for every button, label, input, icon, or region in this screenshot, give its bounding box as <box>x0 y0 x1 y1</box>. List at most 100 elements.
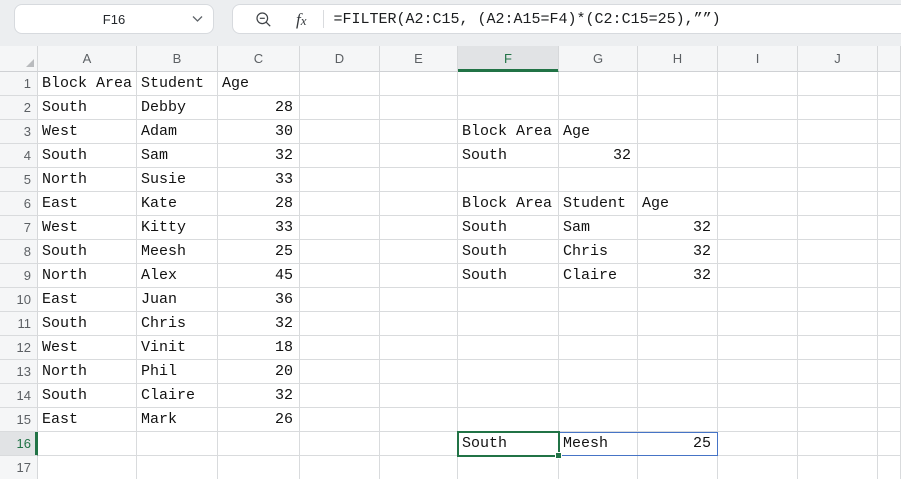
cell-H6[interactable]: Age <box>638 192 718 216</box>
column-header-I[interactable]: I <box>718 46 798 72</box>
row-header-17[interactable]: 17 <box>0 456 38 479</box>
cell-A1[interactable]: Block Area <box>38 72 137 96</box>
row-header-4[interactable]: 4 <box>0 144 38 168</box>
cell-B11[interactable]: Chris <box>137 312 218 336</box>
cell-G15[interactable] <box>559 408 638 432</box>
cell-B12[interactable]: Vinit <box>137 336 218 360</box>
cell-I9[interactable] <box>718 264 798 288</box>
cell-A2[interactable]: South <box>38 96 137 120</box>
row-header-11[interactable]: 11 <box>0 312 38 336</box>
cell-I10[interactable] <box>718 288 798 312</box>
cell-H17[interactable] <box>638 456 718 479</box>
cell-A7[interactable]: West <box>38 216 137 240</box>
cell-C6[interactable]: 28 <box>218 192 300 216</box>
cell-C5[interactable]: 33 <box>218 168 300 192</box>
cell-F8[interactable]: South <box>458 240 559 264</box>
cell-H4[interactable] <box>638 144 718 168</box>
cell-D11[interactable] <box>300 312 380 336</box>
cell-F11[interactable] <box>458 312 559 336</box>
cell-C10[interactable]: 36 <box>218 288 300 312</box>
cell-J7[interactable] <box>798 216 878 240</box>
cell-G1[interactable] <box>559 72 638 96</box>
cell-E2[interactable] <box>380 96 458 120</box>
cell-H13[interactable] <box>638 360 718 384</box>
cell-G11[interactable] <box>559 312 638 336</box>
name-box[interactable]: F16 <box>14 4 214 34</box>
cell-B15[interactable]: Mark <box>137 408 218 432</box>
cell-E16[interactable] <box>380 432 458 456</box>
cell-J8[interactable] <box>798 240 878 264</box>
insert-function-fx-icon[interactable]: fx <box>296 11 307 28</box>
cell-I4[interactable] <box>718 144 798 168</box>
row-header-9[interactable]: 9 <box>0 264 38 288</box>
select-all-corner[interactable] <box>0 46 38 72</box>
cell-G14[interactable] <box>559 384 638 408</box>
cell-F17[interactable] <box>458 456 559 479</box>
cell-F12[interactable] <box>458 336 559 360</box>
cell-E11[interactable] <box>380 312 458 336</box>
cell-J4[interactable] <box>798 144 878 168</box>
cell-I17[interactable] <box>718 456 798 479</box>
cell-D6[interactable] <box>300 192 380 216</box>
cell-C11[interactable]: 32 <box>218 312 300 336</box>
cell-J5[interactable] <box>798 168 878 192</box>
cell-J1[interactable] <box>798 72 878 96</box>
column-header-overflow[interactable] <box>878 46 901 72</box>
cell-F13[interactable] <box>458 360 559 384</box>
cell-C2[interactable]: 28 <box>218 96 300 120</box>
cell-I7[interactable] <box>718 216 798 240</box>
cell-I2[interactable] <box>718 96 798 120</box>
column-header-H[interactable]: H <box>638 46 718 72</box>
cell-B17[interactable] <box>137 456 218 479</box>
cell-C14[interactable]: 32 <box>218 384 300 408</box>
row-header-1[interactable]: 1 <box>0 72 38 96</box>
cell-E8[interactable] <box>380 240 458 264</box>
cell-G3[interactable]: Age <box>559 120 638 144</box>
cell-I14[interactable] <box>718 384 798 408</box>
cell-G6[interactable]: Student <box>559 192 638 216</box>
cell-E4[interactable] <box>380 144 458 168</box>
cell-H10[interactable] <box>638 288 718 312</box>
cell-C17[interactable] <box>218 456 300 479</box>
cell-D2[interactable] <box>300 96 380 120</box>
cell-D14[interactable] <box>300 384 380 408</box>
chevron-down-icon[interactable] <box>192 16 203 23</box>
cell-B2[interactable]: Debby <box>137 96 218 120</box>
cell-D8[interactable] <box>300 240 380 264</box>
cell-C8[interactable]: 25 <box>218 240 300 264</box>
cell-H12[interactable] <box>638 336 718 360</box>
cell-G10[interactable] <box>559 288 638 312</box>
cell-C3[interactable]: 30 <box>218 120 300 144</box>
cell-H9[interactable]: 32 <box>638 264 718 288</box>
cell-G8[interactable]: Chris <box>559 240 638 264</box>
cell-A8[interactable]: South <box>38 240 137 264</box>
cell-A6[interactable]: East <box>38 192 137 216</box>
column-header-F[interactable]: F <box>458 46 559 72</box>
formula-input[interactable]: =FILTER(A2:C15, (A2:A15=F4)*(C2:C15=25),… <box>334 11 721 28</box>
cell-G7[interactable]: Sam <box>559 216 638 240</box>
cell-F14[interactable] <box>458 384 559 408</box>
cell-B6[interactable]: Kate <box>137 192 218 216</box>
cell-D12[interactable] <box>300 336 380 360</box>
cell-A13[interactable]: North <box>38 360 137 384</box>
cell-F3[interactable]: Block Area <box>458 120 559 144</box>
row-header-2[interactable]: 2 <box>0 96 38 120</box>
cell-J17[interactable] <box>798 456 878 479</box>
cell-H7[interactable]: 32 <box>638 216 718 240</box>
cell-A4[interactable]: South <box>38 144 137 168</box>
cell-I15[interactable] <box>718 408 798 432</box>
cell-I3[interactable] <box>718 120 798 144</box>
row-header-6[interactable]: 6 <box>0 192 38 216</box>
cell-F10[interactable] <box>458 288 559 312</box>
cell-F9[interactable]: South <box>458 264 559 288</box>
row-header-7[interactable]: 7 <box>0 216 38 240</box>
cell-F5[interactable] <box>458 168 559 192</box>
cell-E17[interactable] <box>380 456 458 479</box>
cell-H2[interactable] <box>638 96 718 120</box>
row-header-10[interactable]: 10 <box>0 288 38 312</box>
cell-B13[interactable]: Phil <box>137 360 218 384</box>
cell-A5[interactable]: North <box>38 168 137 192</box>
cell-G4[interactable]: 32 <box>559 144 638 168</box>
cell-H16[interactable]: 25 <box>638 432 718 456</box>
cell-E9[interactable] <box>380 264 458 288</box>
